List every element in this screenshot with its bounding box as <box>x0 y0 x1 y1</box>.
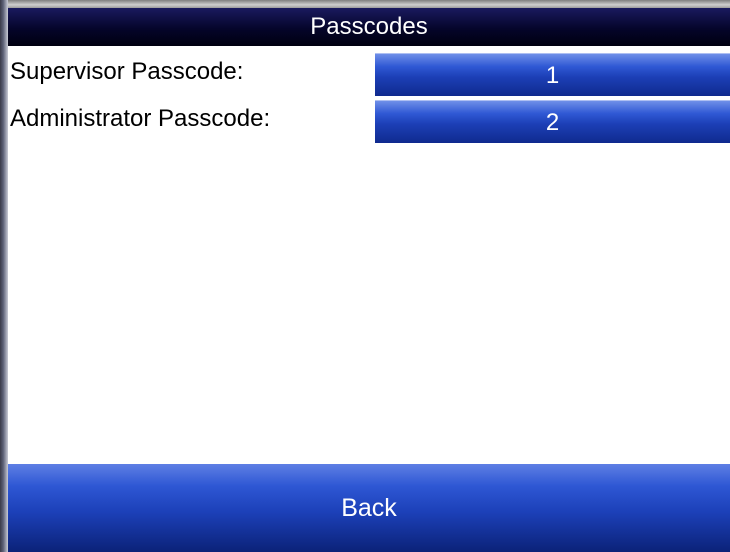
passcodes-screen: Passcodes Supervisor Passcode: 1 Adminis… <box>0 0 730 552</box>
back-button[interactable]: Back <box>8 464 730 552</box>
top-bezel <box>0 0 730 8</box>
administrator-passcode-label: Administrator Passcode: <box>10 105 271 132</box>
left-bezel <box>0 0 8 552</box>
page-title: Passcodes <box>8 8 730 46</box>
supervisor-passcode-button[interactable]: 1 <box>375 53 730 96</box>
administrator-passcode-button[interactable]: 2 <box>375 100 730 143</box>
supervisor-passcode-label: Supervisor Passcode: <box>10 58 244 85</box>
